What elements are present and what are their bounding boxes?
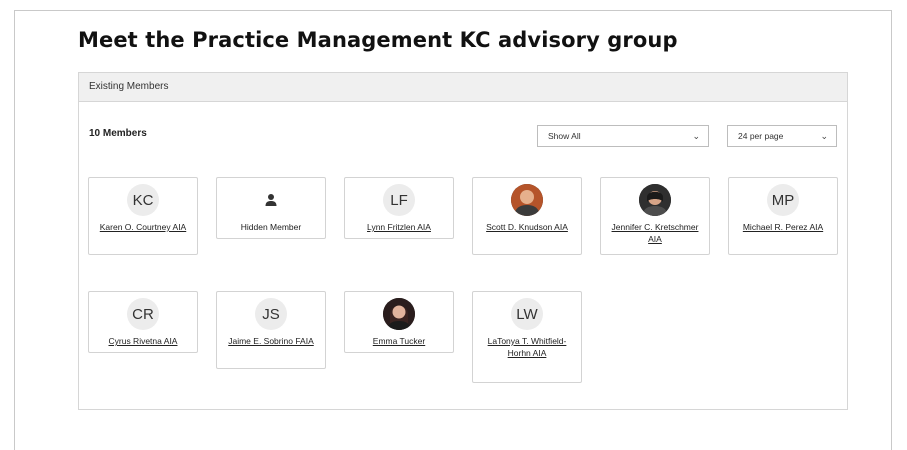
avatar: CR (127, 298, 159, 330)
member-name-link[interactable]: Lynn Fritzlen AIA (351, 221, 447, 233)
avatar: KC (127, 184, 159, 216)
avatar: LF (383, 184, 415, 216)
person-photo-icon (511, 184, 543, 216)
avatar: JS (255, 298, 287, 330)
member-card[interactable]: KC Karen O. Courtney AIA (88, 177, 198, 255)
user-icon (265, 194, 277, 206)
member-name-link[interactable]: Cyrus Rivetna AIA (95, 335, 191, 347)
members-panel: Existing Members 10 Members Show All ⌄ 2… (78, 72, 848, 410)
avatar-photo (383, 298, 415, 330)
avatar-photo (511, 184, 543, 216)
avatar: MP (767, 184, 799, 216)
member-card[interactable]: Scott D. Knudson AIA (472, 177, 582, 255)
avatar (255, 184, 287, 216)
member-card[interactable]: CR Cyrus Rivetna AIA (88, 291, 198, 353)
page-title: Meet the Practice Management KC advisory… (78, 28, 678, 52)
avatar-photo (639, 184, 671, 216)
member-name-link[interactable]: LaTonya T. Whitfield-Horhn AIA (479, 335, 575, 359)
avatar: LW (511, 298, 543, 330)
per-page-select[interactable]: 24 per page ⌄ (727, 125, 837, 147)
member-card[interactable]: MP Michael R. Perez AIA (728, 177, 838, 255)
chevron-down-icon: ⌄ (692, 131, 700, 141)
filter-select[interactable]: Show All ⌄ (537, 125, 709, 147)
member-name-link[interactable]: Scott D. Knudson AIA (479, 221, 575, 233)
member-card[interactable]: Emma Tucker (344, 291, 454, 353)
person-photo-icon (639, 184, 671, 216)
chevron-down-icon: ⌄ (820, 131, 828, 141)
member-card[interactable]: Jennifer C. Kretschmer AIA (600, 177, 710, 255)
member-name-link[interactable]: Jennifer C. Kretschmer AIA (607, 221, 703, 245)
member-count: 10 Members (89, 128, 147, 139)
member-card[interactable]: JS Jaime E. Sobrino FAIA (216, 291, 326, 369)
member-name: Hidden Member (240, 222, 302, 232)
member-card: Hidden Member (216, 177, 326, 239)
person-photo-icon (383, 298, 415, 330)
filter-select-value: Show All (548, 131, 581, 141)
member-name-link[interactable]: Emma Tucker (351, 335, 447, 347)
member-name-link[interactable]: Jaime E. Sobrino FAIA (223, 335, 319, 347)
panel-header: Existing Members (79, 73, 847, 102)
member-name-link[interactable]: Michael R. Perez AIA (735, 221, 831, 233)
member-card[interactable]: LF Lynn Fritzlen AIA (344, 177, 454, 239)
per-page-select-value: 24 per page (738, 131, 784, 141)
member-name-link[interactable]: Karen O. Courtney AIA (95, 221, 191, 233)
member-card[interactable]: LW LaTonya T. Whitfield-Horhn AIA (472, 291, 582, 383)
